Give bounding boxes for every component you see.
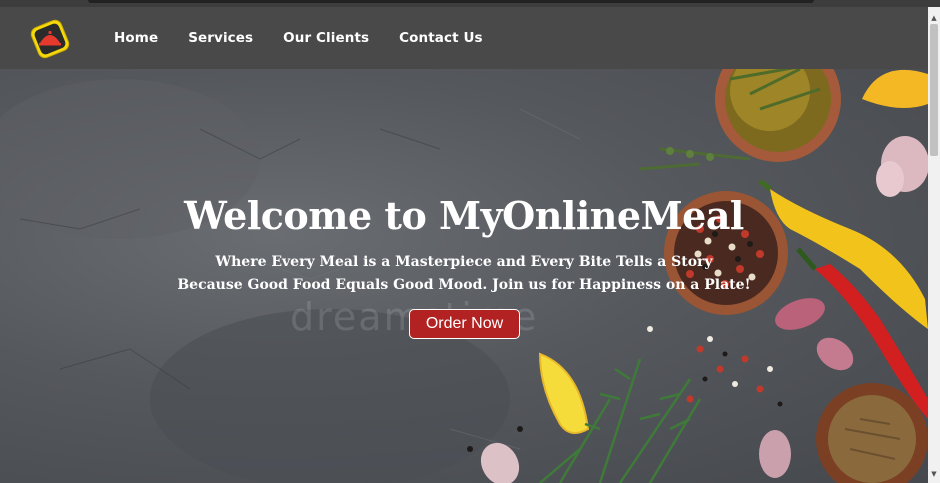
- address-bar-edge: [88, 0, 814, 3]
- scroll-up-arrow-icon[interactable]: ▲: [928, 13, 940, 23]
- nav-link-services[interactable]: Services: [188, 30, 253, 46]
- nav-links: Home Services Our Clients Contact Us: [114, 7, 513, 69]
- food-cloche-icon[interactable]: [28, 17, 72, 61]
- nav-link-contact-us[interactable]: Contact Us: [399, 30, 483, 46]
- browser-top-strip: [0, 0, 940, 7]
- nav-link-home[interactable]: Home: [114, 30, 158, 46]
- nav-link-our-clients[interactable]: Our Clients: [283, 30, 369, 46]
- hero-tagline-2: Because Good Food Equals Good Mood. Join…: [177, 277, 751, 293]
- scroll-thumb[interactable]: [930, 24, 938, 156]
- scroll-down-arrow-icon[interactable]: ▼: [928, 469, 940, 479]
- order-now-button[interactable]: Order Now: [409, 309, 520, 339]
- hero-tagline-1: Where Every Meal is a Masterpiece and Ev…: [215, 254, 713, 270]
- navbar: Home Services Our Clients Contact Us: [0, 7, 928, 69]
- page-scrollbar[interactable]: ▲ ▼: [928, 7, 940, 483]
- hero-section: dreamstime Welcome to MyOnlineMeal Where…: [0, 69, 928, 483]
- hero-title: Welcome to MyOnlineMeal: [184, 193, 744, 238]
- hero-background-image: [0, 69, 928, 483]
